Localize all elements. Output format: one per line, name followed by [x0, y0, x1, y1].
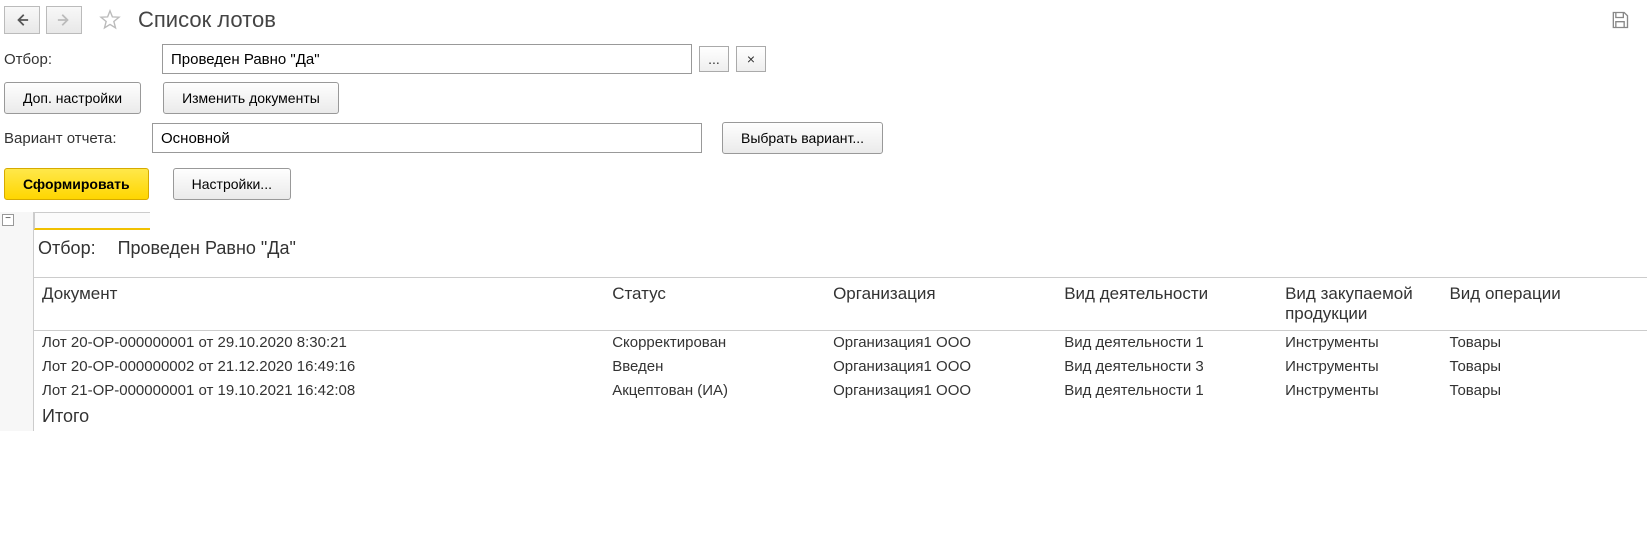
cell-status: Скорректирован: [604, 331, 825, 355]
cell-activity: Вид деятельности 3: [1056, 355, 1277, 379]
cell-organization: Организация1 ООО: [825, 331, 1056, 355]
report-filter-label: Отбор:: [38, 238, 96, 259]
additional-settings-button[interactable]: Доп. настройки: [4, 82, 141, 114]
forward-button[interactable]: [46, 6, 82, 34]
table-row[interactable]: Лот 20-ОР-000000002 от 21.12.2020 16:49:…: [34, 355, 1647, 379]
table-row[interactable]: Лот 21-ОР-000000001 от 19.10.2021 16:42:…: [34, 379, 1647, 403]
cell-activity: Вид деятельности 1: [1056, 379, 1277, 403]
filter-input-wrapper: [162, 44, 692, 74]
table-total-row: Итого: [34, 403, 1647, 431]
column-header-spacer: [34, 212, 150, 230]
cell-product-type: Инструменты: [1277, 331, 1441, 355]
filter-more-button[interactable]: ...: [699, 46, 729, 72]
cell-activity: Вид деятельности 1: [1056, 331, 1277, 355]
cell-document: Лот 21-ОР-000000001 от 19.10.2021 16:42:…: [34, 379, 604, 403]
col-product-type: Вид закупаемой продукции: [1277, 278, 1441, 331]
favorite-star-icon[interactable]: [96, 6, 124, 34]
filter-label: Отбор:: [4, 51, 154, 68]
table-header-row: Документ Статус Организация Вид деятельн…: [34, 278, 1647, 331]
cell-operation: Товары: [1441, 379, 1647, 403]
cell-operation: Товары: [1441, 355, 1647, 379]
generate-button[interactable]: Сформировать: [4, 168, 149, 200]
report-filter-value: Проведен Равно "Да": [118, 238, 296, 259]
variant-input[interactable]: [153, 124, 368, 152]
save-icon[interactable]: [1609, 9, 1631, 31]
cell-status: Акцептован (ИА): [604, 379, 825, 403]
cell-product-type: Инструменты: [1277, 379, 1441, 403]
page-title: Список лотов: [138, 7, 276, 33]
cell-status: Введен: [604, 355, 825, 379]
filter-input[interactable]: [163, 45, 378, 73]
cell-document: Лот 20-ОР-000000001 от 29.10.2020 8:30:2…: [34, 331, 604, 355]
report-table: Документ Статус Организация Вид деятельн…: [34, 277, 1647, 431]
cell-organization: Организация1 ООО: [825, 379, 1056, 403]
arrow-right-icon: [57, 13, 71, 27]
filter-clear-button[interactable]: ×: [736, 46, 766, 72]
cell-organization: Организация1 ООО: [825, 355, 1056, 379]
back-button[interactable]: [4, 6, 40, 34]
col-document: Документ: [34, 278, 604, 331]
col-organization: Организация: [825, 278, 1056, 331]
edit-documents-button[interactable]: Изменить документы: [163, 82, 339, 114]
settings-button[interactable]: Настройки...: [173, 168, 291, 200]
cell-product-type: Инструменты: [1277, 355, 1441, 379]
select-variant-button[interactable]: Выбрать вариант...: [722, 122, 883, 154]
col-operation: Вид операции: [1441, 278, 1647, 331]
table-row[interactable]: Лот 20-ОР-000000001 от 29.10.2020 8:30:2…: [34, 331, 1647, 355]
col-activity: Вид деятельности: [1056, 278, 1277, 331]
variant-input-wrapper: [152, 123, 702, 153]
variant-label: Вариант отчета:: [4, 130, 144, 147]
cell-document: Лот 20-ОР-000000002 от 21.12.2020 16:49:…: [34, 355, 604, 379]
col-status: Статус: [604, 278, 825, 331]
cell-operation: Товары: [1441, 331, 1647, 355]
cell-total-label: Итого: [34, 403, 604, 431]
arrow-left-icon: [15, 13, 29, 27]
collapse-button[interactable]: −: [2, 214, 14, 226]
